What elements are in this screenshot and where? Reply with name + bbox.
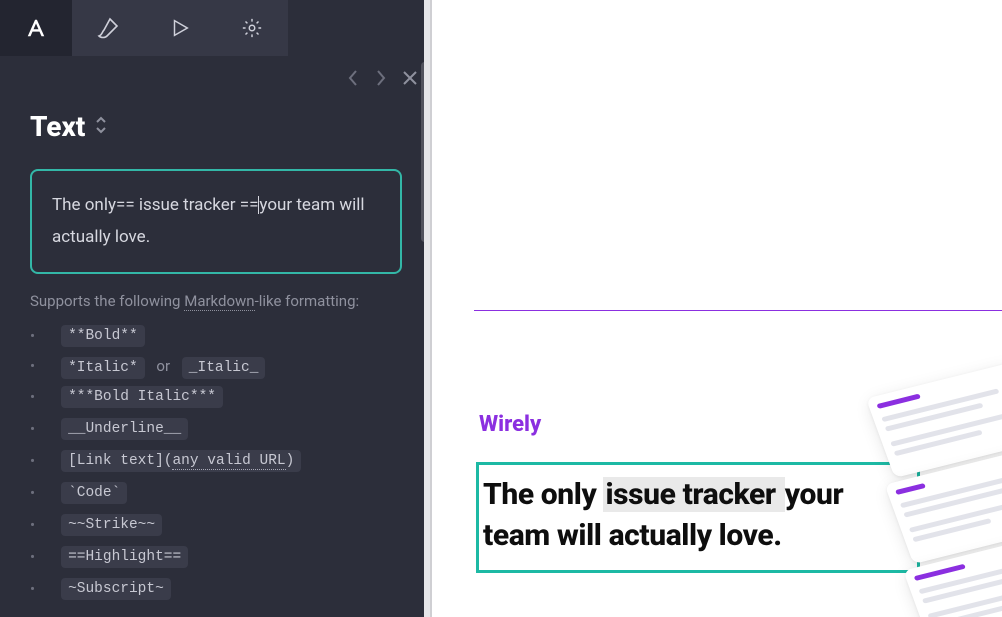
fmt-underline: __Underline__ [30, 413, 402, 445]
sort-icon [95, 116, 107, 134]
nav-next-button[interactable] [374, 69, 388, 91]
text-value-part1: The only== issue tracker == [52, 195, 258, 215]
section-divider [474, 310, 1002, 311]
tab-style[interactable] [72, 0, 144, 56]
panel-resize-handle[interactable] [424, 0, 432, 617]
paintbrush-icon [96, 16, 120, 40]
inspector-panel: Text The only== issue tracker ==your tea… [0, 0, 432, 617]
formatting-help-intro: Supports the following Markdown-like for… [0, 292, 432, 320]
close-button[interactable] [402, 70, 418, 90]
formatting-list: **Bold** *Italic* or _Italic_ ***Bold It… [0, 320, 432, 605]
text-icon [25, 17, 47, 39]
highlighted-span: issue tracker [603, 477, 784, 512]
panel-nav [0, 56, 432, 96]
fmt-link: [Link text](any valid URL) [30, 445, 402, 477]
chevron-right-icon [374, 69, 388, 87]
panel-title: Text [30, 110, 85, 143]
text-content-input[interactable]: The only== issue tracker ==your team wil… [30, 169, 402, 274]
panel-title-row: Text [0, 96, 432, 163]
fmt-bold-italic: ***Bold Italic*** [30, 381, 402, 413]
fmt-bold: **Bold** [30, 320, 402, 352]
markdown-link[interactable]: Markdown [184, 292, 254, 311]
tab-text[interactable] [0, 0, 72, 56]
reorder-handle[interactable] [95, 116, 107, 138]
selected-text-element[interactable]: The only issue tracker your team will ac… [476, 462, 920, 573]
close-icon [402, 70, 418, 86]
nav-prev-button[interactable] [346, 69, 360, 91]
fmt-italic: *Italic* or _Italic_ [30, 352, 402, 381]
fmt-strike: ~~Strike~~ [30, 509, 402, 541]
chevron-left-icon [346, 69, 360, 87]
tab-actions[interactable] [144, 0, 216, 56]
brand-label: Wirely [479, 412, 541, 437]
preview-canvas[interactable]: Wirely The only issue tracker your team … [432, 0, 1002, 617]
fmt-subscript: ~Subscript~ [30, 573, 402, 605]
tab-settings[interactable] [216, 0, 288, 56]
play-icon [169, 17, 191, 39]
tab-strip [0, 0, 432, 56]
fmt-code: `Code` [30, 477, 402, 509]
fmt-highlight: ==Highlight== [30, 541, 402, 573]
headline-text: The only issue tracker your team will ac… [483, 475, 913, 556]
gear-icon [241, 17, 263, 39]
